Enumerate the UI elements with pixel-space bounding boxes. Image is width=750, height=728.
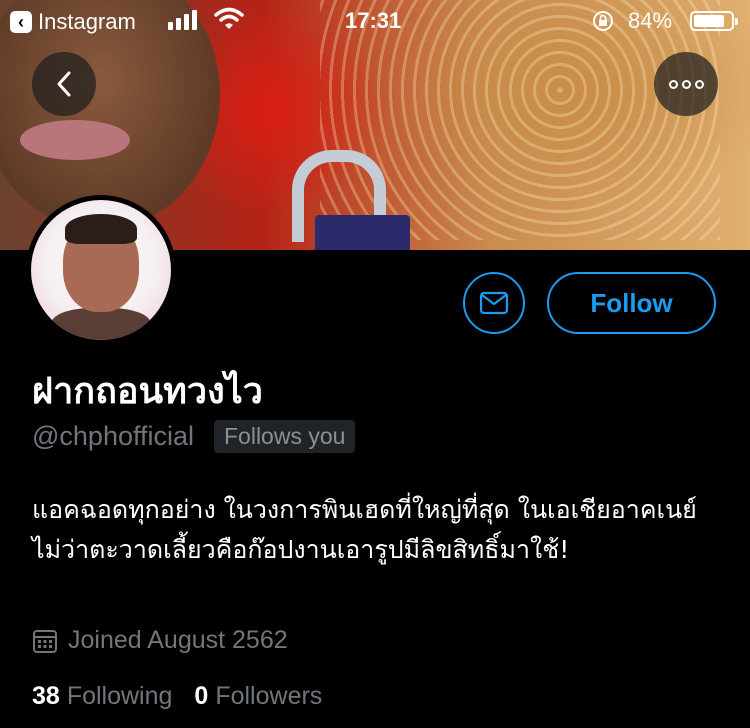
back-to-app[interactable]: ‹ Instagram — [10, 9, 136, 35]
more-dot — [681, 79, 691, 89]
mail-icon — [479, 291, 509, 315]
more-options-button[interactable] — [654, 52, 718, 116]
signal-strength-icon — [168, 10, 197, 30]
banner-lips-shape — [20, 120, 130, 160]
back-button[interactable] — [32, 52, 96, 116]
following-link[interactable]: 38 Following — [32, 682, 172, 711]
follows-you-badge: Follows you — [214, 420, 356, 453]
following-count: 38 — [32, 682, 60, 710]
banner-padlock-body — [315, 215, 410, 250]
avatar-hair-shape — [65, 214, 137, 244]
following-label: Following — [66, 682, 173, 710]
followers-link[interactable]: 0 Followers — [194, 682, 322, 711]
wifi-icon — [214, 7, 244, 29]
calendar-icon — [33, 629, 57, 653]
avatar-image — [31, 200, 171, 340]
message-button[interactable] — [463, 272, 525, 334]
display-name: ฝากถอนทวงไว — [32, 371, 263, 412]
username-handle: @chphofficial — [32, 421, 194, 451]
back-app-chevron-icon: ‹ — [10, 11, 32, 33]
profile-avatar[interactable] — [26, 195, 176, 345]
joined-date-text: Joined August 2562 — [68, 626, 288, 654]
status-time: 17:31 — [345, 8, 402, 33]
orientation-lock-icon — [593, 11, 613, 31]
back-app-label: Instagram — [38, 9, 136, 34]
followers-count: 0 — [194, 682, 209, 710]
profile-bio: แอคฉอดทุกอย่าง ในวงการพินเฮดที่ใหญ่ที่สุ… — [32, 495, 697, 564]
more-horizontal-icon — [668, 79, 678, 89]
follow-counts-row: 38 Following 0 Followers — [32, 682, 322, 711]
status-bar: ‹ Instagram 17:31 84% — [0, 0, 750, 40]
followers-label: Followers — [215, 682, 323, 710]
battery-icon — [690, 11, 738, 31]
chevron-left-icon — [57, 71, 71, 97]
battery-percent: 84% — [628, 8, 673, 33]
more-dot — [694, 79, 704, 89]
follow-button[interactable]: Follow — [547, 272, 716, 334]
handle-row: @chphofficial Follows you — [32, 420, 356, 453]
avatar-shirt-shape — [51, 308, 151, 340]
joined-date-row: Joined August 2562 — [32, 626, 288, 655]
